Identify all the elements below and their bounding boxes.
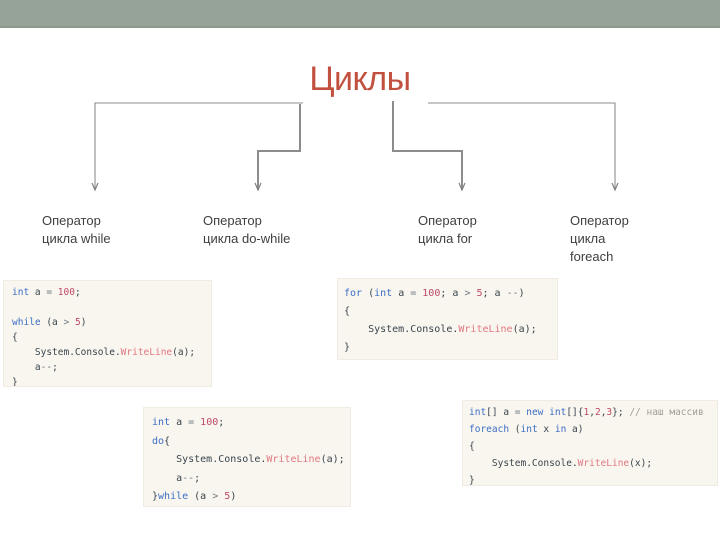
code-snippet-for: for (int a = 100; a > 5; a --){ System.C…: [337, 278, 558, 360]
code-snippet-foreach: int[] a = new int[]{1,2,3}; // наш масси…: [462, 400, 718, 486]
connector-while: [91, 102, 303, 192]
branch-label-for: Оператор цикла for: [418, 213, 477, 246]
code-snippet-while: int a = 100; while (a > 5){ System.Conso…: [3, 280, 212, 387]
branch-label-while: Оператор цикла while: [42, 213, 111, 246]
presentation-slide: Циклы Оператор цикла while Оператор цикл…: [0, 0, 720, 540]
connector-for: [392, 101, 466, 192]
branch-label-foreach: Оператор цикла foreach: [570, 213, 629, 264]
code-snippet-do-while: int a = 100; do{ System.Console.WriteLine…: [143, 407, 351, 507]
slide-title: Циклы: [309, 60, 411, 98]
slide-top-bar: [0, 0, 720, 28]
connector-do-while: [254, 104, 301, 192]
connector-foreach: [428, 102, 619, 192]
branch-label-do-while: Оператор цикла do-while: [203, 213, 291, 246]
